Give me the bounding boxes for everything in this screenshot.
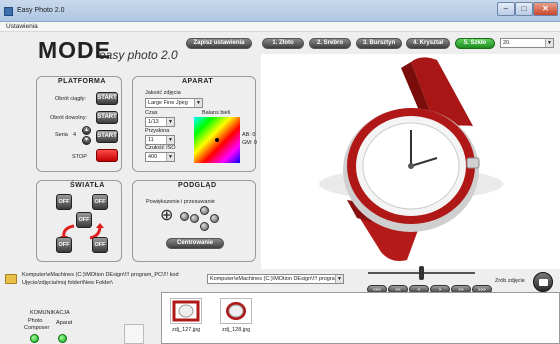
aperture-select-value: 11 [148,137,154,143]
preset-select-value: 20. [503,40,511,46]
iso-select-value: 400 [148,154,158,160]
thumbnail-label-2: zdj_128.jpg [222,327,251,333]
zoom-pan-label: Powiększenie i przesuwanie [146,199,215,205]
photo-label: Photo [28,318,43,324]
stop-button[interactable] [96,149,118,162]
aparat-status-label: Aparat [56,320,73,326]
blank-panel [124,324,144,344]
preview-canvas[interactable] [261,54,560,269]
folder-icon [5,274,17,284]
quality-label: Jakość zdjęcia [145,90,181,96]
chevron-down-icon: ▼ [545,39,553,47]
shutter-select[interactable]: 1/13 ▼ [145,117,175,127]
ab-value: AB: 0 [242,132,256,138]
aperture-label: Przysłona [145,128,170,134]
zoom-icon[interactable]: ⊕ [160,208,173,224]
iso-label: Czułość ISO [145,145,176,151]
chevron-down-icon: ▼ [335,275,343,283]
light-top-right-button[interactable]: OFF [92,194,108,210]
minimize-button[interactable]: – [497,2,515,16]
preset-button-4[interactable]: 4. Kryształ [406,38,450,49]
free-rotation-start-button[interactable]: START [96,111,118,124]
thumbnail-label-1: zdj_127.jpg [172,327,201,333]
white-balance-label: Balans bieli [202,110,231,116]
path-select-value: Komputer\eMachines (C:)\MOtion DEsign\!!… [210,276,338,282]
stop-label: STOP [72,154,87,160]
watch-thumbnail [226,302,246,320]
aperture-select[interactable]: 11 ▼ [145,135,175,145]
thumbnail-2[interactable] [220,298,252,324]
platforma-title: PLATFORMA [56,78,108,85]
title-bar: Easy Photo 2.0 – □ ✕ [0,0,560,22]
chevron-down-icon: ▼ [166,136,174,144]
iso-select[interactable]: 400 ▼ [145,152,175,162]
light-bottom-left-button[interactable]: OFF [56,237,72,253]
preset-button-3[interactable]: 3. Bursztyn [356,38,402,49]
preset-button-2[interactable]: 2. Srebro [309,38,351,49]
pan-right-button[interactable] [210,214,219,223]
zoom-out-button[interactable] [180,212,189,221]
light-bottom-right-button[interactable]: OFF [92,237,108,253]
watch-photo [319,57,503,261]
chevron-down-icon: ▼ [166,153,174,161]
aparat-title: APARAT [180,78,216,85]
watch-thumbnail [172,300,200,322]
pan-down-button[interactable] [200,222,209,231]
light-top-left-button[interactable]: OFF [56,194,72,210]
chevron-down-icon: ▼ [166,118,174,126]
photo-composer-status-led [30,334,39,343]
center-button[interactable]: Centrowanie [166,238,224,249]
maximize-button[interactable]: □ [515,2,533,16]
menu-bar: Ustawienia [0,22,560,32]
swiatla-title: ŚWIATŁA [68,182,107,189]
shutter-select-value: 1/13 [148,119,159,125]
composer-label: Composer [24,325,50,331]
aparat-status-led [58,334,67,343]
free-rotation-label: Obrót dowolny: [50,115,87,121]
path-select[interactable]: Komputer\eMachines (C:)\MOtion DEsign\!!… [207,274,344,284]
camera-icon [539,279,548,286]
menu-item-ustawienia[interactable]: Ustawienia [6,23,38,30]
preset-button-5[interactable]: 5. Szkło [455,38,495,49]
series-up-button[interactable]: ▲ [82,126,91,135]
brand-subtitle: easy photo 2.0 [99,48,178,62]
capture-button[interactable] [533,272,553,292]
series-value: 4 [73,132,77,138]
continuous-rotation-label: Obrót ciągły: [55,96,86,102]
continuous-rotation-start-button[interactable]: START [96,92,118,105]
series-down-button[interactable]: ▼ [82,136,91,145]
series-start-button[interactable]: START [96,130,118,143]
shutter-label: Czas [145,110,158,116]
gm-value: GM: 0 [242,140,257,146]
path-line-2: Ujęcie/zdjęcia/moj folder\New Folder\ [22,280,113,286]
quality-select[interactable]: Large Fine Jpeg ▼ [145,98,203,108]
app-icon [4,7,13,16]
pan-left-button[interactable] [190,214,199,223]
path-line-1: Komputer\eMachines (C:)\MOtion DEsign\!!… [22,272,179,278]
close-button[interactable]: ✕ [533,2,558,16]
preset-button-1[interactable]: 1. Złoto [262,38,304,49]
quality-select-value: Large Fine Jpeg [148,100,188,106]
podglad-title: PODGLĄD [176,182,219,189]
preset-select[interactable]: 20. ▼ [500,38,554,48]
pan-up-button[interactable] [200,206,209,215]
chevron-down-icon: ▼ [194,99,202,107]
white-balance-picker[interactable] [194,117,240,163]
series-label: Seria [55,132,68,138]
thumbnail-1[interactable] [170,298,202,324]
white-balance-cursor [215,138,219,142]
communication-title: KOMUNIKACJA [30,310,70,316]
frame-slider-thumb[interactable] [419,266,424,280]
capture-label: Zrób zdjęcie [495,278,525,284]
window-title: Easy Photo 2.0 [17,7,65,14]
save-settings-button[interactable]: Zapisz ustawienia [186,38,252,49]
